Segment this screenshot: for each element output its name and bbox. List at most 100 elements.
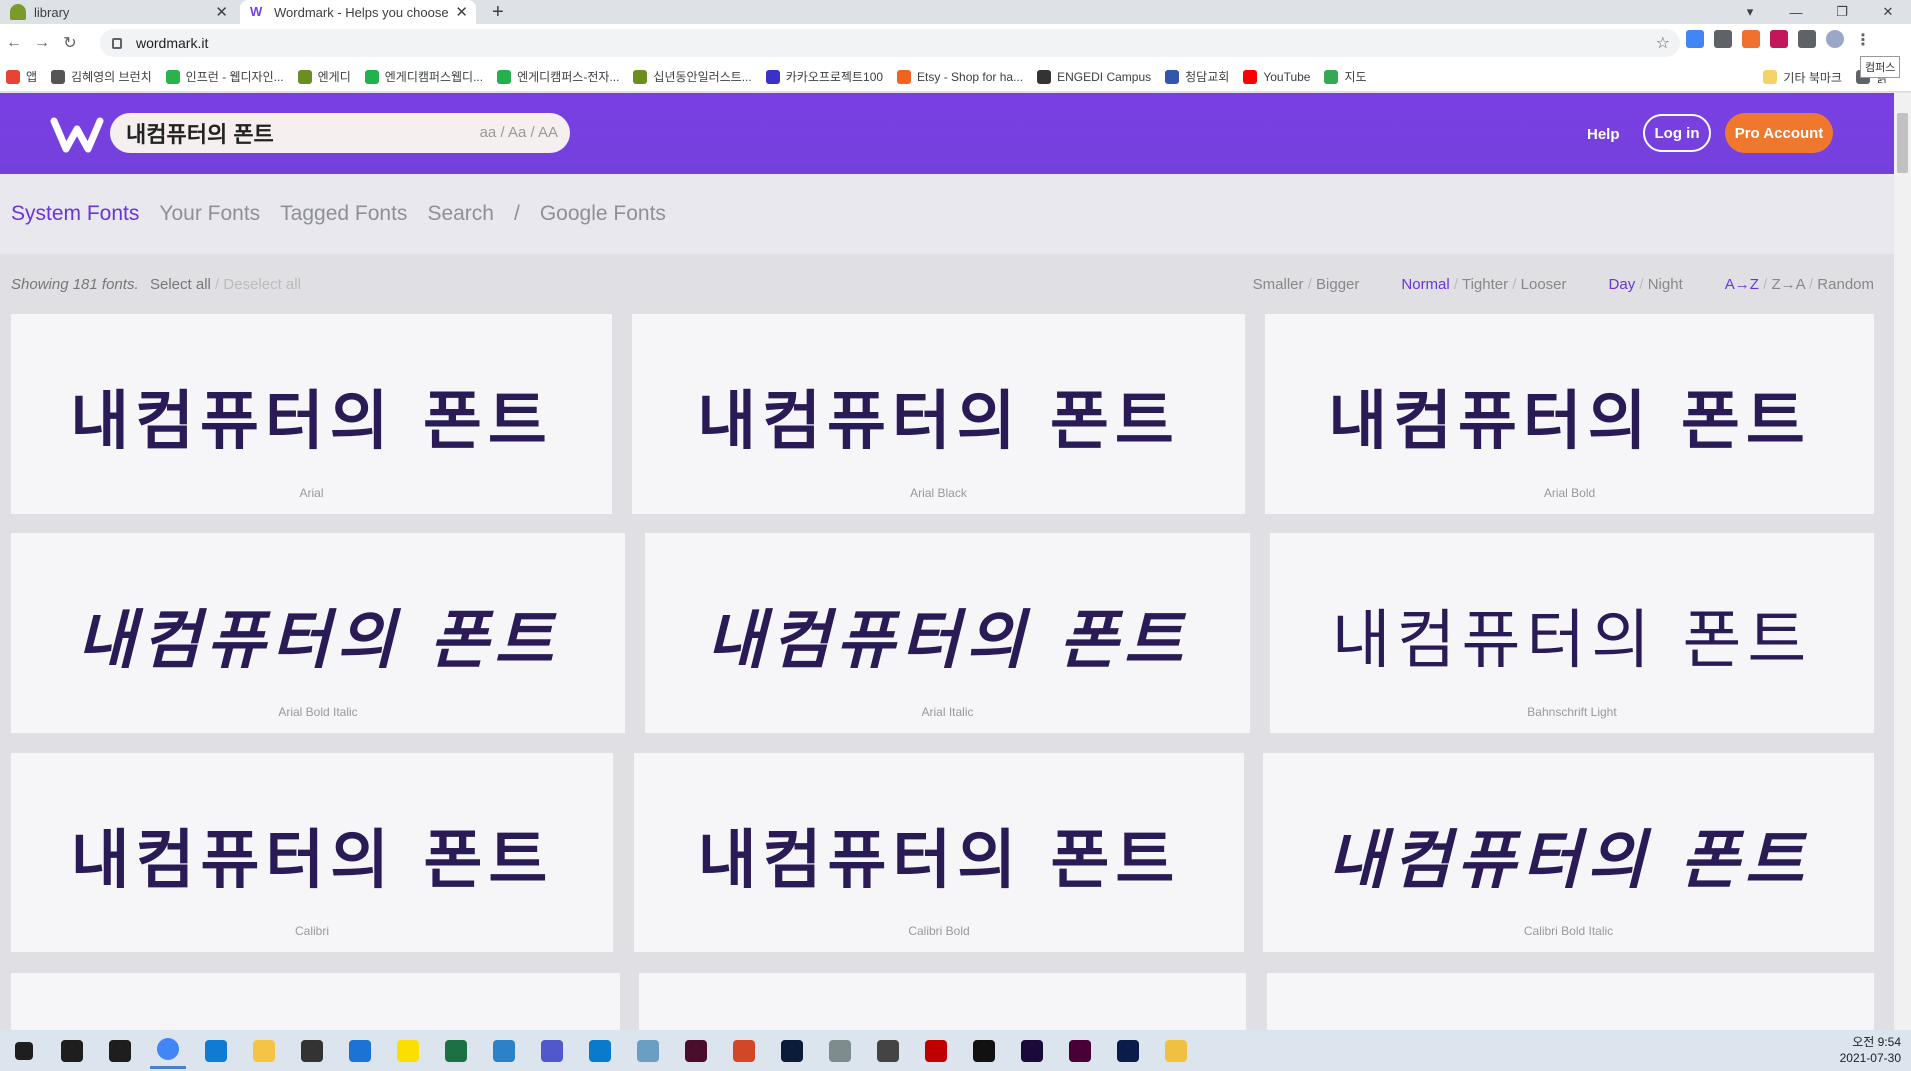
back-arrow-icon[interactable]: ← — [0, 34, 28, 52]
sort-za-option[interactable]: Z→A — [1771, 276, 1804, 293]
task-view-icon[interactable] — [102, 1033, 138, 1069]
font-card[interactable]: 내컴퓨터의 폰트 Arial Bold — [1265, 314, 1874, 514]
scrollbar[interactable] — [1894, 93, 1911, 1030]
close-icon[interactable]: ✕ — [455, 3, 468, 21]
tab-google-fonts[interactable]: Google Fonts — [540, 202, 666, 226]
text-input[interactable]: 내컴퓨터의 폰트 aa / Aa / AA — [110, 113, 570, 153]
deselect-all-link[interactable]: Deselect all — [223, 276, 301, 293]
scrollbar-thumb[interactable] — [1897, 113, 1908, 173]
bookmark-item[interactable]: ENGEDI Campus — [1037, 69, 1151, 84]
store-icon[interactable] — [294, 1033, 330, 1069]
address-bar[interactable]: wordmark.it ☆ — [100, 29, 1680, 57]
font-card[interactable]: 내컴퓨터의 폰트 Arial Italic — [645, 533, 1250, 733]
edge-icon[interactable] — [198, 1033, 234, 1069]
bookmark-item[interactable]: Etsy - Shop for ha... — [897, 69, 1023, 84]
font-card[interactable] — [639, 973, 1246, 1030]
paint-icon[interactable] — [1158, 1033, 1194, 1069]
tooltip: 컴퍼스 — [1860, 56, 1901, 78]
vscode-icon[interactable] — [582, 1033, 618, 1069]
indesign-icon[interactable] — [678, 1033, 714, 1069]
tab-your-fonts[interactable]: Your Fonts — [159, 202, 260, 226]
other-bookmarks-folder[interactable]: 기타 북마크 — [1763, 69, 1842, 86]
font-card[interactable]: 내컴퓨터의 폰트 Calibri Bold — [634, 753, 1244, 952]
wordmark-logo-icon[interactable] — [50, 115, 104, 153]
library-icon[interactable] — [1770, 30, 1788, 48]
bookmark-item[interactable]: 김혜영의 브런치 — [51, 68, 152, 85]
tab-search[interactable]: Search — [427, 202, 494, 226]
font-card[interactable]: 내컴퓨터의 폰트 Bahnschrift Light — [1270, 533, 1874, 733]
font-card[interactable]: 내컴퓨터의 폰트 Arial Black — [632, 314, 1245, 514]
tab-tagged-fonts[interactable]: Tagged Fonts — [280, 202, 407, 226]
bigger-option[interactable]: Bigger — [1316, 276, 1359, 293]
restore-button[interactable]: ❐ — [1819, 4, 1865, 20]
app-icon[interactable] — [630, 1033, 666, 1069]
recorder-icon[interactable] — [966, 1033, 1002, 1069]
clock[interactable]: 오전 9:54 2021-07-30 — [1840, 1034, 1901, 1066]
night-option[interactable]: Night — [1648, 276, 1683, 293]
bookmark-item[interactable]: 인프런 - 웹디자인... — [165, 68, 284, 85]
bookmark-item[interactable]: YouTube — [1243, 69, 1310, 84]
tighter-option[interactable]: Tighter — [1462, 276, 1508, 293]
login-button[interactable]: Log in — [1643, 114, 1711, 152]
new-tab-button[interactable]: + — [492, 0, 504, 24]
font-card[interactable]: 내컴퓨터의 폰트 Arial — [11, 314, 612, 514]
puzzle-icon[interactable] — [1798, 30, 1816, 48]
search-icon[interactable] — [54, 1033, 90, 1069]
smaller-option[interactable]: Smaller — [1253, 276, 1304, 293]
xd-icon[interactable] — [1062, 1033, 1098, 1069]
sort-random-option[interactable]: Random — [1817, 276, 1874, 293]
audition-icon[interactable] — [1110, 1033, 1146, 1069]
tab-system-fonts[interactable]: System Fonts — [11, 202, 139, 226]
bookmark-item[interactable]: 엔게디 — [297, 68, 351, 85]
bookmark-item[interactable]: 지도 — [1324, 68, 1367, 85]
sort-az-option[interactable]: A→Z — [1725, 276, 1759, 293]
camera-icon[interactable] — [1714, 30, 1732, 48]
bookmark-item[interactable]: 앱 — [6, 68, 37, 85]
font-card[interactable] — [11, 973, 620, 1030]
bookmark-favicon-icon — [765, 69, 780, 84]
normal-option[interactable]: Normal — [1401, 276, 1449, 293]
excel-icon[interactable] — [438, 1033, 474, 1069]
profile-menu-icon[interactable]: ▾ — [1727, 4, 1773, 20]
select-all-link[interactable]: Select all — [150, 276, 211, 293]
looser-option[interactable]: Looser — [1521, 276, 1567, 293]
extension-orange-icon[interactable] — [1742, 30, 1760, 48]
bookmark-star-icon[interactable]: ☆ — [1656, 33, 1670, 53]
reload-icon[interactable]: ↻ — [56, 33, 84, 53]
calculator-icon[interactable] — [870, 1033, 906, 1069]
premiere-icon[interactable] — [1014, 1033, 1050, 1069]
font-card[interactable] — [1267, 973, 1874, 1030]
app2-icon[interactable] — [822, 1033, 858, 1069]
bookmark-item[interactable]: 엔게디캠퍼스웹디... — [364, 68, 483, 85]
browser-tab-wordmark[interactable]: W Wordmark - Helps you choose ✕ — [240, 0, 476, 24]
case-options[interactable]: aa / Aa / AA — [480, 124, 558, 141]
minimize-button[interactable]: — — [1773, 5, 1819, 20]
powerpoint-icon[interactable] — [726, 1033, 762, 1069]
font-card[interactable]: 내컴퓨터의 폰트 Calibri — [11, 753, 613, 952]
forward-arrow-icon[interactable]: → — [28, 34, 56, 52]
more-menu-icon[interactable]: ⋮ — [1854, 30, 1872, 49]
close-icon[interactable]: ✕ — [215, 3, 228, 21]
bookmark-item[interactable]: 십년동안일러스트... — [633, 68, 752, 85]
day-option[interactable]: Day — [1609, 276, 1636, 293]
font-card[interactable]: 내컴퓨터의 폰트 Arial Bold Italic — [11, 533, 625, 733]
help-link[interactable]: Help — [1587, 126, 1620, 143]
photoshop-icon[interactable] — [774, 1033, 810, 1069]
file-explorer-icon[interactable] — [246, 1033, 282, 1069]
translate-icon[interactable] — [1686, 30, 1704, 48]
bookmark-item[interactable]: 청담교회 — [1165, 68, 1229, 85]
bookmark-item[interactable]: 엔게디캠퍼스-전자... — [497, 68, 619, 85]
start-icon[interactable] — [6, 1033, 42, 1069]
chrome-icon[interactable] — [150, 1033, 186, 1069]
kakaotalk-icon[interactable] — [390, 1033, 426, 1069]
pro-account-button[interactable]: Pro Account — [1725, 113, 1833, 153]
filezilla-icon[interactable] — [918, 1033, 954, 1069]
bookmark-item[interactable]: 카카오프로젝트100 — [765, 68, 883, 85]
browser-tab-library[interactable]: library ✕ — [0, 0, 236, 24]
teams-icon[interactable] — [534, 1033, 570, 1069]
ie-icon[interactable] — [486, 1033, 522, 1069]
avatar[interactable] — [1826, 30, 1844, 48]
mail-icon[interactable] — [342, 1033, 378, 1069]
close-window-button[interactable]: ✕ — [1865, 4, 1911, 20]
font-card[interactable]: 내컴퓨터의 폰트 Calibri Bold Italic — [1263, 753, 1874, 952]
